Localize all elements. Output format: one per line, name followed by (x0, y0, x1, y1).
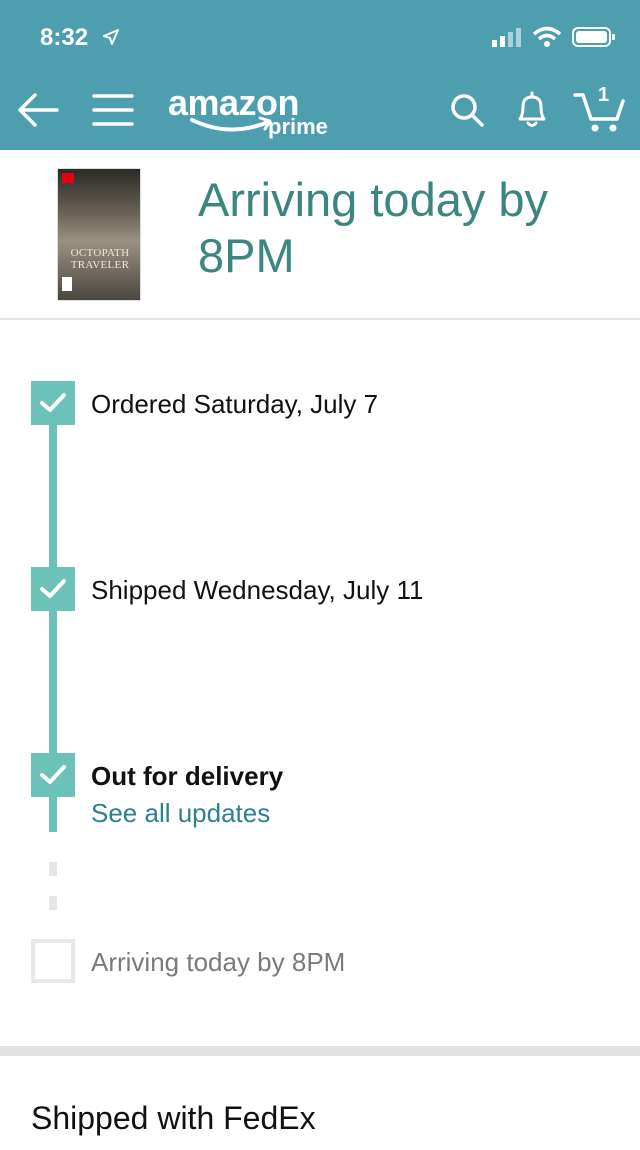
product-thumbnail[interactable]: OCTOPATH TRAVELER (57, 168, 141, 301)
smile-arrow-icon (190, 116, 272, 132)
nav-bar: amazon prime (0, 78, 640, 140)
step-arriving-label: Arriving today by 8PM (91, 947, 346, 977)
step-arriving-empty-checkbox-icon (31, 939, 75, 983)
step-out-for-delivery-label: Out for delivery (91, 761, 284, 791)
step-ordered-check-icon (31, 381, 75, 425)
step-shipped-check-icon (31, 567, 75, 611)
battery-icon (572, 27, 615, 47)
search-icon[interactable] (445, 88, 489, 132)
timeline-dash (49, 896, 57, 910)
menu-icon[interactable] (91, 88, 135, 132)
notifications-bell-icon[interactable] (510, 88, 554, 132)
rating-badge-icon (62, 277, 72, 291)
arrival-heading: Arriving today by 8PM (198, 173, 549, 282)
step-shipped-label: Shipped Wednesday, July 11 (91, 575, 424, 605)
signal-icon (492, 28, 521, 47)
carrier-label: Shipped with FedEx (31, 1100, 316, 1136)
location-arrow-icon (103, 29, 119, 45)
wifi-icon (532, 26, 562, 47)
logo-prime: prime (268, 114, 328, 139)
see-all-updates-link[interactable]: See all updates (91, 798, 270, 829)
step-ordered-label: Ordered Saturday, July 7 (91, 389, 379, 419)
status-time: 8:32 (40, 24, 89, 51)
amazon-prime-logo[interactable]: amazon prime (168, 82, 343, 139)
switch-logo-icon (62, 173, 74, 183)
cart-count-badge: 1 (598, 84, 610, 106)
step-out-for-delivery-check-icon (31, 753, 75, 797)
back-arrow-icon[interactable] (16, 88, 60, 132)
app-header: 8:32 amazon prime 1 (0, 0, 640, 150)
section-divider (0, 1046, 640, 1056)
status-indicators (492, 26, 616, 48)
product-box-title: OCTOPATH TRAVELER (70, 247, 130, 271)
timeline-dash (49, 862, 57, 876)
